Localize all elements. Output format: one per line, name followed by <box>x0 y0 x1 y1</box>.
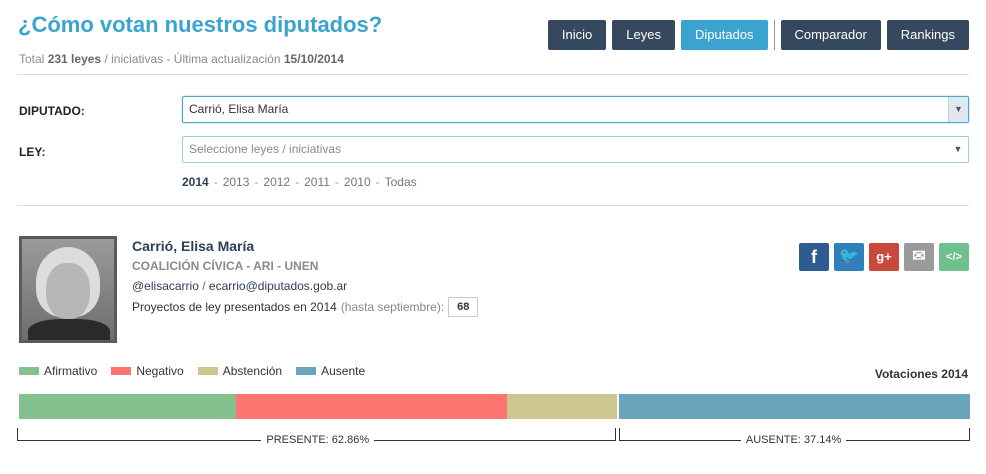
ausente-label: AUSENTE: 37.14% <box>740 434 847 446</box>
google-plus-icon[interactable]: g+ <box>869 243 899 271</box>
vote-bar <box>19 394 970 419</box>
nav-divider <box>773 20 775 50</box>
last-update-date: 15/10/2014 <box>283 52 344 66</box>
legend-afirmativo: Afirmativo <box>19 364 97 378</box>
email-icon[interactable]: ✉ <box>904 243 934 271</box>
chevron-down-icon[interactable]: ▼ <box>948 97 968 122</box>
year-2013-link[interactable]: 2013 <box>223 175 250 189</box>
diputado-select[interactable]: Carrió, Elisa María ▼ <box>182 96 969 123</box>
year-2011-link[interactable]: 2011 <box>304 175 330 189</box>
ley-label: LEY: <box>19 145 46 159</box>
year-2010-link[interactable]: 2010 <box>344 175 371 189</box>
ley-select[interactable]: Seleccione leyes / iniciativas ▼ <box>182 136 969 163</box>
nav-rankings-button[interactable]: Rankings <box>886 20 969 50</box>
main-nav: Inicio Leyes Diputados Comparador Rankin… <box>542 20 969 50</box>
nav-leyes-button[interactable]: Leyes <box>612 20 675 50</box>
deputy-name: Carrió, Elisa María <box>132 238 255 254</box>
legend-swatch <box>296 367 317 375</box>
embed-icon[interactable]: </> <box>939 243 969 271</box>
email-link[interactable]: ecarrio@diputados.gob.ar <box>209 279 347 293</box>
vote-legend: Afirmativo Negativo Abstención Ausente <box>19 364 379 378</box>
legend-swatch <box>19 367 39 375</box>
year-all-link[interactable]: Todas <box>385 175 417 189</box>
social-share: f 🐦 g+ ✉ </> <box>794 243 969 271</box>
deputy-photo <box>19 236 117 343</box>
projects-count: 68 <box>448 297 479 317</box>
deputy-contact: @elisacarrio / ecarrio@diputados.gob.ar <box>132 279 348 293</box>
votes-title: Votaciones 2014 <box>874 367 968 381</box>
year-filter: 2014-2013-2012-2011-2010- Todas <box>182 175 417 189</box>
nav-inicio-button[interactable]: Inicio <box>547 20 607 50</box>
diputado-label: DIPUTADO: <box>19 104 85 118</box>
legend-ausente: Ausente <box>296 364 365 378</box>
vote-segment-afirmativo[interactable] <box>19 394 236 419</box>
twitter-link[interactable]: @elisacarrio <box>132 279 199 293</box>
legend-swatch <box>111 367 132 375</box>
page-subtitle: Total 231 leyes / iniciativas - Última a… <box>19 52 344 66</box>
header-divider <box>17 74 969 75</box>
total-count: 231 leyes <box>47 52 102 66</box>
legend-swatch <box>197 367 218 375</box>
vote-segment-ausente[interactable] <box>616 394 970 419</box>
deputy-party: COALICIÓN CÍVICA - ARI - UNEN <box>132 259 319 273</box>
year-2012-link[interactable]: 2012 <box>263 175 290 189</box>
facebook-icon[interactable]: f <box>799 243 829 271</box>
diputado-select-value: Carrió, Elisa María <box>189 102 289 116</box>
twitter-icon[interactable]: 🐦 <box>834 243 864 271</box>
legend-negativo: Negativo <box>111 364 184 378</box>
vote-segment-abstencion[interactable] <box>506 394 617 419</box>
nav-comparador-button[interactable]: Comparador <box>780 20 881 50</box>
projects-info: Proyectos de ley presentados en 2014 (ha… <box>132 297 479 317</box>
page-title: ¿Cómo votan nuestros diputados? <box>18 12 383 37</box>
ley-select-placeholder: Seleccione leyes / iniciativas <box>189 142 342 156</box>
presente-label: PRESENTE: 62.86% <box>261 434 375 446</box>
year-2014-link[interactable]: 2014 <box>182 175 209 189</box>
nav-diputados-button[interactable]: Diputados <box>680 20 768 50</box>
vote-segment-negativo[interactable] <box>235 394 507 419</box>
chevron-down-icon[interactable]: ▼ <box>948 137 968 162</box>
filters-divider <box>17 205 969 206</box>
legend-abstencion: Abstención <box>197 364 282 378</box>
